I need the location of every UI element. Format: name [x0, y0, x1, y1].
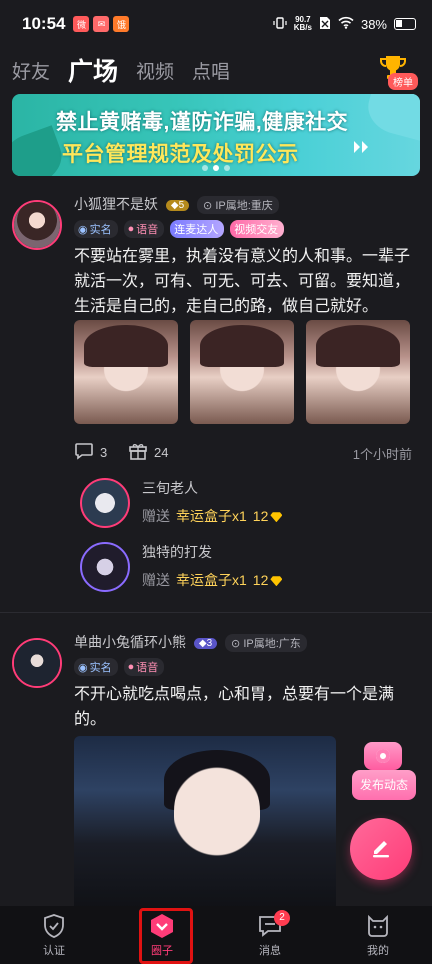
mic-expert-badge: 连麦达人 [170, 220, 225, 238]
status-app-icons: 微 ✉ 饿 [73, 16, 130, 32]
post-card: 小狐狸不是妖 ◆5 ⊙ IP属地:重庆 ◉ 实名 ● 语音 连麦达人 视频交友 不要… [0, 192, 432, 612]
gift-sender-avatar[interactable] [80, 478, 130, 528]
status-indicators: 90.7 KB/s 38% [273, 16, 416, 33]
level-badge: ◆5 [165, 199, 190, 211]
mic-icon: ● [127, 223, 135, 235]
badge-row: ◉ 实名 ● 语音 连麦达人 视频交友 [74, 220, 285, 238]
diamond-icon [270, 576, 283, 587]
bottom-nav: 认证 圈子 2 消息 我的 [0, 906, 432, 964]
mic-icon: ● [127, 661, 135, 673]
gift-sender-name[interactable]: 三旬老人 [142, 478, 198, 498]
banner-pagination [12, 165, 420, 171]
status-bar: 10:54 微 ✉ 饿 90.7 KB/s 38% [0, 0, 432, 48]
comment-icon [74, 442, 94, 463]
post-time: 1个小时前 [352, 447, 412, 462]
battery-icon [394, 18, 416, 30]
pencil-icon [368, 834, 394, 865]
publish-post-button[interactable]: 发布动态 [352, 742, 416, 804]
nav-label: 消息 [259, 944, 281, 957]
banner-title: 禁止黄赌毒,谨防诈骗,健康社交 [56, 111, 349, 134]
double-arrow-icon [352, 140, 372, 159]
avatar[interactable] [12, 200, 62, 250]
comment-count: 3 [100, 445, 108, 460]
nav-label: 我的 [367, 944, 389, 957]
tab-video[interactable]: 视频 [136, 57, 174, 84]
avatar[interactable] [12, 638, 62, 688]
tab-friends[interactable]: 好友 [12, 57, 50, 84]
voice-badge: ● 语音 [123, 220, 165, 238]
verified-icon: ◉ [78, 661, 88, 674]
status-time: 10:54 [22, 14, 66, 33]
mail-notification-icon: ✉ [93, 16, 110, 32]
post-divider [0, 612, 432, 613]
nav-selection-highlight [139, 908, 193, 964]
verified-icon: ◉ [78, 223, 88, 236]
gift-record[interactable]: 三旬老人 赠送 幸运盒子x1 12 [80, 478, 380, 530]
nav-label: 认证 [43, 944, 65, 957]
banner-leaf-decoration [362, 94, 420, 141]
post-photo[interactable] [74, 736, 336, 916]
post-photo[interactable] [306, 320, 410, 424]
edit-button[interactable] [350, 818, 412, 880]
video-friend-badge: 视频交友 [230, 220, 285, 238]
net-speed: 90.7 KB/s [293, 15, 312, 32]
unread-badge: 2 [274, 910, 290, 926]
post-text: 不开心就吃点喝点，心和胃，总要有一个是满的。 [74, 686, 395, 728]
verified-badge: ◉ 实名 [74, 658, 118, 676]
banner-subtitle: 平台管理规范及处罚公示 [62, 143, 299, 166]
top-tabs: 好友 广场 视频 点唱 榜单 [0, 48, 432, 98]
post-text: 不要站在雾里，执着没有意义的人和事。一辈子就活一次，可有、可无、可去、可留。要知… [74, 248, 411, 315]
verified-badge: ◉ 实名 [74, 220, 118, 238]
username[interactable]: 单曲小兔循环小熊 [74, 634, 186, 650]
badge-row: ◉ 实名 ● 语音 [74, 658, 165, 676]
post-header: 小狐狸不是妖 ◆5 ⊙ IP属地:重庆 [74, 194, 279, 215]
ip-location: ⊙ IP属地:广东 [225, 634, 307, 653]
tab-square[interactable]: 广场 [68, 52, 118, 98]
gift-sender-name[interactable]: 独特的打发 [142, 542, 212, 562]
diamond-icon [270, 512, 283, 523]
post-header: 单曲小兔循环小熊 ◆3 ⊙ IP属地:广东 [74, 632, 307, 653]
vibrate-icon [273, 16, 287, 33]
pagination-dot-active [213, 165, 219, 171]
gift-detail: 赠送 幸运盒子x1 12 [142, 570, 283, 590]
profile-icon [365, 913, 391, 939]
gift-icon [128, 442, 148, 463]
gift-button[interactable]: 24 [128, 442, 168, 463]
voice-badge: ● 语音 [123, 658, 165, 676]
level-badge: ◆3 [193, 637, 218, 649]
no-sim-icon [319, 16, 331, 33]
pagination-dot [202, 165, 208, 171]
nav-circle[interactable]: 圈子 [108, 906, 216, 964]
nav-profile[interactable]: 我的 [324, 906, 432, 964]
wifi-icon [338, 16, 354, 32]
username[interactable]: 小狐狸不是妖 [74, 196, 158, 212]
gift-sender-avatar[interactable] [80, 542, 130, 592]
camera-icon [364, 742, 402, 770]
tab-sing[interactable]: 点唱 [192, 57, 230, 84]
rank-button[interactable]: 榜单 [374, 54, 418, 90]
comment-button[interactable]: 3 [74, 442, 107, 463]
pagination-dot [224, 165, 230, 171]
battery-text: 38% [360, 16, 387, 32]
gift-record[interactable]: 独特的打发 赠送 幸运盒子x1 12 [80, 542, 380, 594]
shield-icon [41, 913, 67, 939]
post-photo[interactable] [190, 320, 294, 424]
app-notification-icon: 微 [73, 16, 90, 32]
publish-label: 发布动态 [352, 770, 416, 800]
gift-count: 24 [154, 445, 169, 460]
announcement-banner[interactable]: 禁止黄赌毒,谨防诈骗,健康社交 平台管理规范及处罚公示 [12, 94, 420, 176]
nav-messages[interactable]: 2 消息 [216, 906, 324, 964]
ip-location: ⊙ IP属地:重庆 [197, 196, 279, 215]
food-app-notification-icon: 饿 [113, 16, 130, 32]
gift-detail: 赠送 幸运盒子x1 12 [142, 506, 283, 526]
post-photo[interactable] [74, 320, 178, 424]
nav-verify[interactable]: 认证 [0, 906, 108, 964]
rank-label: 榜单 [388, 73, 418, 90]
